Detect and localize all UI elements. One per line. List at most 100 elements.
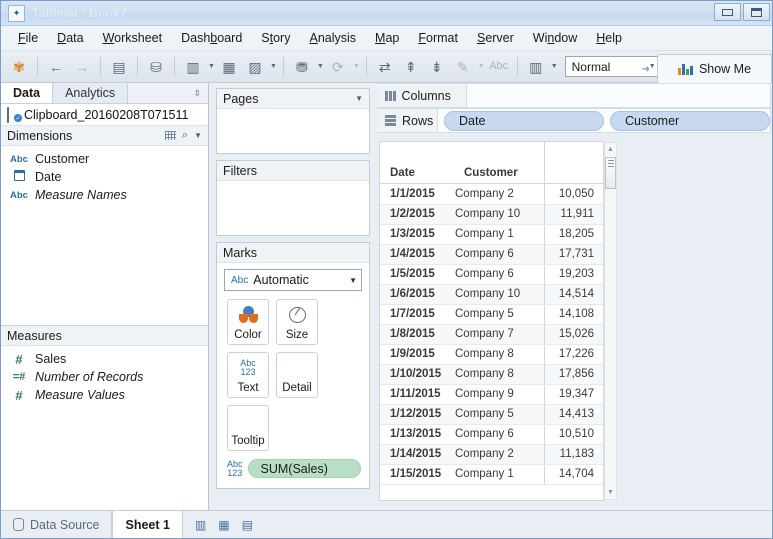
- marks-detail-button[interactable]: Detail: [276, 352, 318, 398]
- chevron-down-icon[interactable]: ▼: [194, 131, 202, 140]
- scroll-up-arrow-icon[interactable]: ▲: [605, 143, 616, 156]
- search-icon[interactable]: ⌕: [182, 129, 188, 142]
- tab-data-source[interactable]: Data Source: [1, 511, 113, 538]
- table-row[interactable]: 1/11/2015 Company 9 19,347: [380, 384, 603, 405]
- mark-type-dropdown[interactable]: Abc Automatic ▼: [224, 269, 362, 291]
- table-row[interactable]: 1/8/2015 Company 7 15,026: [380, 324, 603, 345]
- menu-data[interactable]: Data: [48, 28, 92, 48]
- cell-date: 1/12/2015: [380, 404, 454, 425]
- grid-view-icon[interactable]: [164, 131, 176, 140]
- new-story-icon[interactable]: ▤: [242, 518, 253, 532]
- table-row[interactable]: 1/9/2015 Company 8 17,226: [380, 344, 603, 365]
- menu-file[interactable]: File: [9, 28, 47, 48]
- clear-sheet-chevron-down-icon[interactable]: ▼: [270, 63, 277, 70]
- filters-drop-zone[interactable]: [217, 181, 369, 235]
- table-row[interactable]: 1/12/2015 Company 5 14,413: [380, 404, 603, 425]
- menu-help[interactable]: Help: [587, 28, 631, 48]
- scrollbar-thumb[interactable]: [605, 157, 616, 189]
- vertical-scrollbar[interactable]: ▲ ▼: [604, 142, 617, 500]
- tab-data[interactable]: Data: [1, 83, 54, 103]
- new-dashboard-icon[interactable]: ▦: [218, 518, 229, 532]
- table-row[interactable]: 1/13/2015 Company 6 10,510: [380, 424, 603, 445]
- dimensions-tools: ⌕ ▼: [164, 129, 202, 142]
- save-icon[interactable]: ▤: [107, 55, 131, 79]
- menu-window[interactable]: Window: [524, 28, 586, 48]
- refresh-icon[interactable]: ⟳: [326, 55, 350, 79]
- minimize-button[interactable]: [714, 3, 741, 21]
- swap-chevron-down-icon[interactable]: ▼: [317, 63, 324, 70]
- clear-sheet-icon[interactable]: ▨: [243, 55, 267, 79]
- rows-pill-customer[interactable]: Customer: [610, 110, 770, 131]
- menu-map[interactable]: Map: [366, 28, 408, 48]
- sort-descending-icon[interactable]: ⇟: [425, 55, 449, 79]
- rows-pill-date[interactable]: Date: [444, 110, 604, 131]
- filters-title: Filters: [223, 163, 258, 178]
- field-measure-values[interactable]: # Measure Values: [1, 386, 208, 404]
- table-row[interactable]: 1/15/2015 Company 1 14,704: [380, 464, 603, 485]
- pages-drop-zone[interactable]: [217, 109, 369, 153]
- swap-rows-columns-icon[interactable]: ⛃: [290, 55, 314, 79]
- pane-resize-handle-icon[interactable]: ⇳: [186, 83, 208, 103]
- abc-text-icon: Abc: [231, 274, 249, 286]
- redo-icon[interactable]: →: [70, 55, 94, 79]
- new-data-source-icon[interactable]: ⛁: [144, 55, 168, 79]
- show-me-button[interactable]: Show Me: [657, 54, 772, 83]
- filters-card: Filters: [216, 160, 370, 236]
- swap-axes-icon[interactable]: ⇄: [373, 55, 397, 79]
- scroll-down-arrow-icon[interactable]: ▼: [605, 486, 616, 499]
- new-worksheet-icon[interactable]: ▥: [181, 55, 205, 79]
- table-row[interactable]: 1/6/2015 Company 10 14,514: [380, 284, 603, 305]
- table-row[interactable]: 1/2/2015 Company 10 11,911: [380, 204, 603, 225]
- pages-chevron-down-icon[interactable]: ▼: [355, 94, 363, 103]
- dimensions-field-list: Abc Customer Date Abc Measure Names: [1, 146, 208, 204]
- table-row[interactable]: 1/7/2015 Company 5 14,108: [380, 304, 603, 325]
- menu-server[interactable]: Server: [468, 28, 523, 48]
- menu-format[interactable]: Format: [409, 28, 467, 48]
- table-row[interactable]: 1/5/2015 Company 6 19,203: [380, 264, 603, 285]
- table-row[interactable]: 1/14/2015 Company 2 11,183: [380, 444, 603, 465]
- field-date[interactable]: Date: [1, 168, 208, 186]
- marks-tooltip-button[interactable]: Tooltip: [227, 405, 269, 451]
- tableau-home-icon[interactable]: ✾: [7, 55, 31, 79]
- fit-chevron-down-icon[interactable]: ▼: [551, 63, 558, 70]
- cell-customer: Company 6: [454, 244, 544, 265]
- data-source-item[interactable]: ✓ Clipboard_20160208T071511: [1, 104, 208, 126]
- table-row[interactable]: 1/10/2015 Company 8 17,856: [380, 364, 603, 385]
- field-sales[interactable]: # Sales: [1, 350, 208, 368]
- new-worksheet-icon[interactable]: ▥: [195, 518, 206, 532]
- table-row[interactable]: 1/1/2015 Company 2 10,050: [380, 184, 603, 205]
- tab-sheet-1[interactable]: Sheet 1: [112, 511, 183, 538]
- highlight-chevron-down-icon[interactable]: ▼: [478, 63, 485, 70]
- table-row[interactable]: 1/4/2015 Company 6 17,731: [380, 244, 603, 265]
- measures-section: Measures # Sales =# Number of Records # …: [1, 325, 208, 511]
- marks-pill-sum-sales[interactable]: SUM(Sales): [247, 459, 361, 478]
- new-worksheet-chevron-down-icon[interactable]: ▼: [208, 63, 215, 70]
- field-measure-values-label: Measure Values: [35, 388, 125, 402]
- field-customer[interactable]: Abc Customer: [1, 150, 208, 168]
- field-measure-names[interactable]: Abc Measure Names: [1, 186, 208, 204]
- highlight-icon[interactable]: ✎: [451, 55, 475, 79]
- table-row[interactable]: 1/3/2015 Company 1 18,205: [380, 224, 603, 245]
- duplicate-sheet-icon[interactable]: ▦: [217, 55, 241, 79]
- refresh-chevron-down-icon[interactable]: ▼: [353, 63, 360, 70]
- sort-ascending-icon[interactable]: ⇞: [399, 55, 423, 79]
- rows-drop-zone[interactable]: Date Customer: [438, 108, 771, 133]
- field-number-of-records[interactable]: =# Number of Records: [1, 368, 208, 386]
- table-header-customer: Customer: [464, 167, 518, 179]
- marks-tooltip-label: Tooltip: [231, 435, 265, 447]
- menu-story[interactable]: Story: [252, 28, 299, 48]
- marks-size-button[interactable]: Size: [276, 299, 318, 345]
- undo-icon[interactable]: ←: [44, 55, 68, 79]
- menu-dashboard[interactable]: Dashboard: [172, 28, 251, 48]
- maximize-button[interactable]: [743, 3, 770, 21]
- show-mark-labels-icon[interactable]: Abc: [487, 55, 511, 79]
- marks-color-button[interactable]: Color: [227, 299, 269, 345]
- menu-worksheet[interactable]: Worksheet: [94, 28, 172, 48]
- tab-analytics[interactable]: Analytics: [53, 83, 129, 103]
- show-me-collapse-arrow-icon[interactable]: ➜: [642, 64, 650, 75]
- menu-analysis[interactable]: Analysis: [300, 28, 365, 48]
- columns-drop-zone[interactable]: [467, 83, 771, 108]
- marks-text-button[interactable]: Abc 123 Text: [227, 352, 269, 398]
- new-sheet-icons: ▥ ▦ ▤: [183, 511, 265, 538]
- fit-selector-icon[interactable]: ▥: [524, 55, 548, 79]
